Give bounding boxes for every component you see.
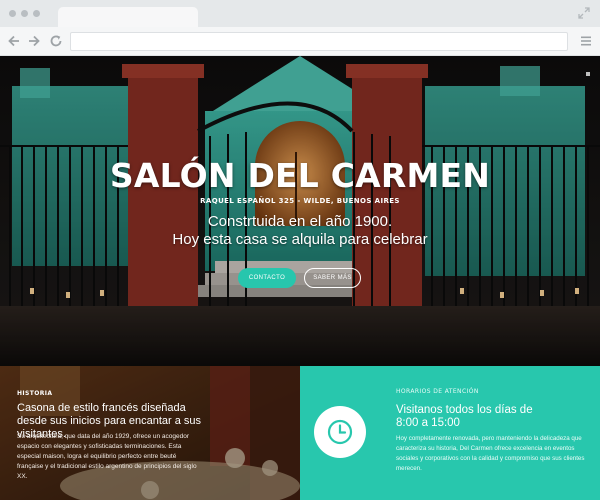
clock-icon <box>327 419 353 445</box>
hero-address: RAQUEL ESPAÑOL 325 - WILDE, BUENOS AIRES <box>200 197 400 205</box>
hero-overlay <box>0 56 600 366</box>
schedule-panel: HORARIOS DE ATENCIÓN Visitanos todos los… <box>300 366 600 500</box>
back-arrow-icon[interactable] <box>7 34 21 48</box>
contact-button[interactable]: CONTACTO <box>238 268 296 288</box>
clock-badge <box>314 406 366 458</box>
refresh-icon[interactable] <box>49 34 63 48</box>
browser-title-bar <box>0 0 600 27</box>
learn-more-button[interactable]: SABER MÁS <box>304 268 361 288</box>
hero-tagline-line2: Hoy esta casa se alquila para celebrar <box>172 231 428 248</box>
scroll-indicator-icon <box>586 72 590 76</box>
hero-tagline: Constrtuida en el año 1900. Hoy esta cas… <box>0 213 600 249</box>
expand-icon[interactable] <box>578 7 590 19</box>
window-close-dot[interactable] <box>9 10 16 17</box>
schedule-label: HORARIOS DE ATENCIÓN <box>396 388 479 395</box>
hero-title: SALÓN DEL CARMEN <box>109 156 491 195</box>
history-text: Su arquitectura, que data del año 1929, … <box>17 433 197 480</box>
schedule-text: Hoy completamente renovada, pero manteni… <box>396 435 585 472</box>
menu-icon[interactable] <box>580 35 592 47</box>
address-bar[interactable] <box>70 32 568 51</box>
window-minimize-dot[interactable] <box>21 10 28 17</box>
browser-nav-bar <box>0 27 600 56</box>
window-maximize-dot[interactable] <box>33 10 40 17</box>
history-label: HISTORIA <box>17 390 53 397</box>
hero-tagline-line1: Constrtuida en el año 1900. <box>207 213 393 230</box>
schedule-heading-line2: 8:00 a 15:00 <box>396 417 460 429</box>
forward-arrow-icon[interactable] <box>27 34 41 48</box>
browser-tab[interactable] <box>58 7 198 27</box>
schedule-heading: Visitanos todos los días de 8:00 a 15:00 <box>396 404 576 430</box>
history-panel: HISTORIA Casona de estilo francés diseña… <box>0 366 300 500</box>
hero-section: SALÓN DEL CARMEN RAQUEL ESPAÑOL 325 - WI… <box>0 56 600 366</box>
schedule-heading-line1: Visitanos todos los días de <box>396 404 533 416</box>
